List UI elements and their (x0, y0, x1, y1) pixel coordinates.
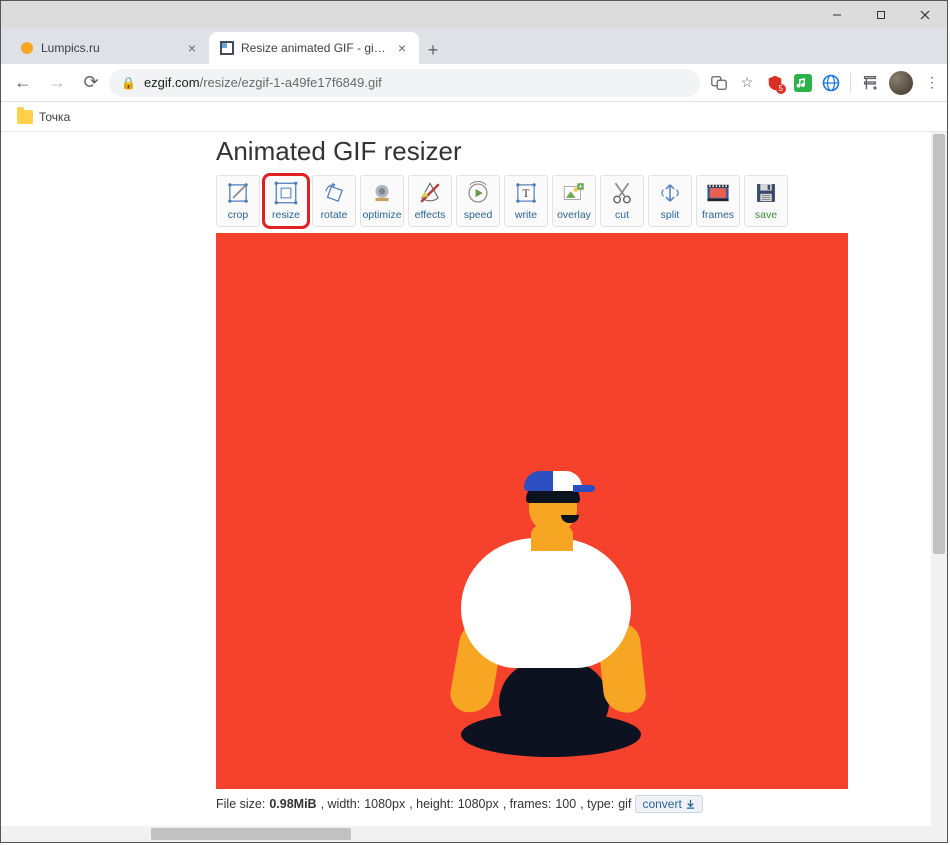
optimize-icon (366, 179, 398, 207)
badge-count: 5 (776, 84, 786, 94)
overlay-icon: + (558, 179, 590, 207)
tab-title: Resize animated GIF - gif-man-m… (241, 41, 389, 55)
url-input[interactable]: 🔒 ezgif.com/resize/ezgif-1-a49fe17f6849.… (109, 69, 700, 97)
window-minimize-button[interactable] (815, 1, 859, 28)
folder-icon (17, 110, 33, 124)
favicon-lumpics (19, 40, 35, 56)
bookmark-folder[interactable]: Точка (11, 106, 76, 128)
frames-icon (702, 179, 734, 207)
separator (850, 73, 851, 93)
download-icon (685, 799, 696, 810)
tool-label: crop (228, 209, 248, 221)
address-bar: ← → ⟳ 🔒 ezgif.com/resize/ezgif-1-a49fe17… (1, 64, 947, 102)
file-meta: File size: 0.98MiB, width: 1080px, heigh… (216, 795, 931, 813)
scrollbar-corner (931, 826, 947, 842)
split-icon (654, 179, 686, 207)
favicon-ezgif (219, 40, 235, 56)
tool-label: optimize (362, 209, 401, 221)
vertical-scrollbar[interactable] (931, 132, 947, 826)
tool-overlay[interactable]: + overlay (552, 175, 596, 227)
tool-toolbar: crop resize rotate optimize (216, 175, 931, 227)
convert-button[interactable]: convert (635, 795, 702, 813)
window-maximize-button[interactable] (859, 1, 903, 28)
tool-label: overlay (557, 209, 591, 221)
gif-content-illustration (421, 463, 651, 763)
extension-shield-icon[interactable]: 5 (766, 74, 784, 92)
tool-label: frames (702, 209, 734, 221)
write-icon: T (510, 179, 542, 207)
star-icon[interactable]: ☆ (738, 74, 756, 92)
tool-write[interactable]: T write (504, 175, 548, 227)
cut-icon (606, 179, 638, 207)
scrollbar-thumb[interactable] (933, 134, 945, 554)
tool-label: rotate (321, 209, 348, 221)
gif-preview (216, 233, 848, 789)
new-tab-button[interactable]: + (419, 36, 447, 64)
browser-window: Lumpics.ru × Resize animated GIF - gif-m… (0, 0, 948, 843)
page-content: Animated GIF resizer crop resize rotate (1, 132, 931, 826)
reload-button[interactable]: ⟳ (75, 67, 107, 99)
reading-list-icon[interactable] (861, 74, 879, 92)
tool-effects[interactable]: effects (408, 175, 452, 227)
tool-rotate[interactable]: rotate (312, 175, 356, 227)
tool-save[interactable]: save (744, 175, 788, 227)
window-close-button[interactable] (903, 1, 947, 28)
tool-label: cut (615, 209, 629, 221)
tool-label: effects (415, 209, 446, 221)
rotate-icon (318, 179, 350, 207)
browser-tab-lumpics[interactable]: Lumpics.ru × (9, 32, 209, 64)
tool-label: resize (272, 209, 300, 221)
tool-label: split (661, 209, 680, 221)
horizontal-scrollbar[interactable] (1, 826, 931, 842)
toolbar-icons: ☆ 5 ⋮ (710, 71, 941, 95)
save-icon (750, 179, 782, 207)
lock-icon: 🔒 (121, 76, 136, 90)
speed-icon (462, 179, 494, 207)
svg-text:+: + (578, 182, 583, 191)
translate-icon[interactable] (710, 74, 728, 92)
tool-resize[interactable]: resize (264, 175, 308, 227)
tool-split[interactable]: split (648, 175, 692, 227)
tool-crop[interactable]: crop (216, 175, 260, 227)
tool-frames[interactable]: frames (696, 175, 740, 227)
menu-icon[interactable]: ⋮ (923, 74, 941, 92)
resize-icon (270, 179, 302, 207)
tab-title: Lumpics.ru (41, 41, 179, 55)
tool-optimize[interactable]: optimize (360, 175, 404, 227)
tab-strip: Lumpics.ru × Resize animated GIF - gif-m… (1, 28, 947, 64)
tool-cut[interactable]: cut (600, 175, 644, 227)
crop-icon (222, 179, 254, 207)
window-titlebar (1, 1, 947, 28)
bookmarks-bar: Точка (1, 102, 947, 132)
browser-tab-ezgif[interactable]: Resize animated GIF - gif-man-m… × (209, 32, 419, 64)
tool-label: write (515, 209, 537, 221)
url-text: ezgif.com/resize/ezgif-1-a49fe17f6849.gi… (144, 75, 382, 90)
bookmark-label: Точка (39, 110, 70, 124)
tool-label: speed (464, 209, 493, 221)
close-icon[interactable]: × (185, 41, 199, 55)
effects-icon (414, 179, 446, 207)
back-button[interactable]: ← (7, 67, 39, 99)
viewport: Animated GIF resizer crop resize rotate (1, 132, 947, 842)
close-icon[interactable]: × (395, 41, 409, 55)
tool-label: save (755, 209, 777, 221)
svg-text:T: T (523, 188, 530, 200)
profile-avatar[interactable] (889, 71, 913, 95)
tool-speed[interactable]: speed (456, 175, 500, 227)
extension-globe-icon[interactable] (822, 74, 840, 92)
page-title: Animated GIF resizer (216, 136, 931, 167)
extension-music-icon[interactable] (794, 74, 812, 92)
forward-button[interactable]: → (41, 67, 73, 99)
scrollbar-thumb[interactable] (151, 828, 351, 840)
